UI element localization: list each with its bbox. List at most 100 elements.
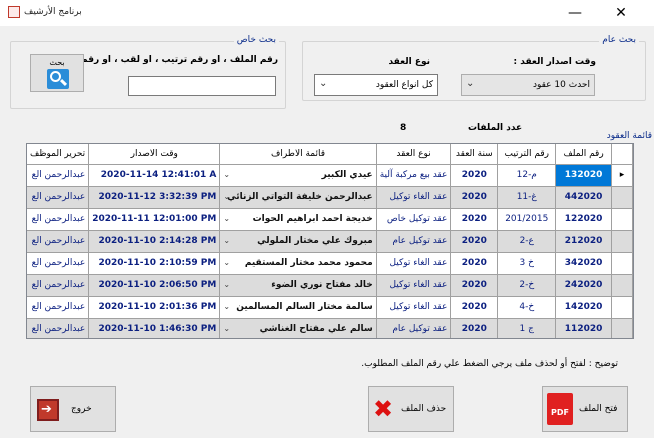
cell-file-number[interactable]: 132020 <box>555 164 612 187</box>
cell-seq[interactable]: 201/2015 <box>497 208 557 231</box>
cell-year[interactable]: 2020 <box>450 318 499 338</box>
row-header[interactable] <box>611 208 633 231</box>
cell-year[interactable]: 2020 <box>450 164 499 187</box>
cell-seq[interactable]: خ-2 <box>497 274 557 297</box>
delete-file-button[interactable]: ✖ حذف الملف <box>368 386 454 432</box>
row-header[interactable] <box>611 318 633 338</box>
column-header-date[interactable]: وقت الاصدار <box>88 144 221 165</box>
close-button[interactable]: ✕ <box>598 2 644 24</box>
cell-type[interactable]: عقد توكيل عام <box>376 318 452 338</box>
cell-seq[interactable]: ع-2 <box>497 230 557 253</box>
search-button[interactable]: بحث <box>30 54 84 92</box>
cell-type[interactable]: عقد بيع مركبة آلية <box>376 164 452 187</box>
cell-year[interactable]: 2020 <box>450 274 499 297</box>
cell-date[interactable]: 2020-11-10 1:46:30 PM <box>88 318 221 338</box>
contracts-grid[interactable]: تحرير الموظف وقت الاصدار قائمة الاطراف ن… <box>26 143 634 339</box>
cell-editor[interactable]: عبدالرحمن الع <box>27 230 90 253</box>
cell-editor[interactable]: عبدالرحمن الع <box>27 252 90 275</box>
cell-parties[interactable]: ⌄ خديجة احمد ابراهيم الحوات <box>219 208 377 231</box>
chevron-down-icon[interactable]: ⌄ <box>223 302 230 311</box>
cell-type[interactable]: عقد الغاء توكيل <box>376 186 452 209</box>
cell-parties[interactable]: ⌄ مبروك علي مختار الملولي <box>219 230 377 253</box>
cell-date[interactable]: 2020-11-10 2:10:59 PM <box>88 252 221 275</box>
cell-seq[interactable]: 1 ج <box>497 318 557 338</box>
chevron-down-icon[interactable]: ⌄ <box>223 192 230 201</box>
cell-parties[interactable]: ⌄ عبدالرحمن خليفة التواتي الزنائي <box>219 186 377 209</box>
table-row[interactable]: عبدالرحمن الع 2020-11-10 2:14:28 PM ⌄ مبر… <box>27 230 633 253</box>
column-header-type[interactable]: نوع العقد <box>376 144 452 165</box>
cell-parties[interactable]: ⌄ سالمة مختار السالم المسالمين <box>219 296 377 319</box>
parties-value: عبدالرحمن خليفة التواتي الزنائي <box>227 192 373 202</box>
table-row[interactable]: عبدالرحمن الع 2020-11-10 2:01:36 PM ⌄ سال… <box>27 296 633 319</box>
exit-button[interactable]: ➔ خروج <box>30 386 116 432</box>
cell-type[interactable]: عقد الغاء توكيل <box>376 296 452 319</box>
cell-date[interactable]: 2020-11-14 12:41:01 A <box>88 164 221 187</box>
cell-year[interactable]: 2020 <box>450 186 499 209</box>
chevron-down-icon[interactable]: ⌄ <box>223 170 230 179</box>
cell-file-number[interactable]: 142020 <box>555 296 612 319</box>
cell-parties[interactable]: ⌄ محمود محمد مختار المستقيم <box>219 252 377 275</box>
row-header[interactable] <box>611 296 633 319</box>
table-row[interactable]: عبدالرحمن الع 2020-11-10 2:06:50 PM ⌄ خال… <box>27 274 633 297</box>
cell-seq[interactable]: غ-11 <box>497 186 557 209</box>
cell-file-number[interactable]: 342020 <box>555 252 612 275</box>
cell-editor[interactable]: عبدالرحمن الع <box>27 318 90 338</box>
cell-date[interactable]: 2020-11-12 3:32:39 PM <box>88 186 221 209</box>
cell-editor[interactable]: عبدالرحمن الع <box>27 164 90 187</box>
cell-editor[interactable]: عبدالرحمن الع <box>27 186 90 209</box>
chevron-down-icon[interactable]: ⌄ <box>223 214 230 223</box>
chevron-down-icon[interactable]: ⌄ <box>223 236 230 245</box>
cell-type[interactable]: عقد الغاء توكيل <box>376 252 452 275</box>
cell-file-number[interactable]: 242020 <box>555 274 612 297</box>
cell-parties[interactable]: ⌄ خالد مفتاح نوري الضوء <box>219 274 377 297</box>
chevron-down-icon[interactable]: ⌄ <box>223 258 230 267</box>
cell-parties[interactable]: ⌄ عيدي الكبير <box>219 164 377 187</box>
row-pointer-icon[interactable]: ▸ <box>611 164 633 187</box>
cell-type[interactable]: عقد الغاء توكيل <box>376 274 452 297</box>
cell-date[interactable]: 2020-11-10 2:01:36 PM <box>88 296 221 319</box>
cell-file-number[interactable]: 212020 <box>555 230 612 253</box>
cell-date[interactable]: 2020-11-10 2:06:50 PM <box>88 274 221 297</box>
column-header-editor[interactable]: تحرير الموظف <box>27 144 90 165</box>
table-row[interactable]: عبدالرحمن الع 2020-11-10 1:46:30 PM ⌄ سال… <box>27 318 633 338</box>
table-row[interactable]: عبدالرحمن الع 2020-11-10 2:10:59 PM ⌄ محم… <box>27 252 633 275</box>
cell-seq[interactable]: م-12 <box>497 164 557 187</box>
column-header-file[interactable]: رقم الملف <box>555 144 612 165</box>
cell-year[interactable]: 2020 <box>450 296 499 319</box>
contract-type-dropdown[interactable]: كل انواع العقود ⌄ <box>314 74 438 96</box>
cell-editor[interactable]: عبدالرحمن الع <box>27 274 90 297</box>
cell-year[interactable]: 2020 <box>450 230 499 253</box>
chevron-down-icon[interactable]: ⌄ <box>223 280 230 289</box>
cell-year[interactable]: 2020 <box>450 252 499 275</box>
cell-date[interactable]: 2020-11-10 2:14:28 PM <box>88 230 221 253</box>
cell-type[interactable]: عقد توكيل خاص <box>376 208 452 231</box>
row-header[interactable] <box>611 252 633 275</box>
cell-year[interactable]: 2020 <box>450 208 499 231</box>
cell-editor[interactable]: عبدالرحمن الع <box>27 296 90 319</box>
cell-file-number[interactable]: 122020 <box>555 208 612 231</box>
row-header[interactable] <box>611 230 633 253</box>
column-header-seq[interactable]: رقم الترتيب <box>497 144 557 165</box>
table-row[interactable]: عبدالرحمن الع 2020-11-12 3:32:39 PM ⌄ عبد… <box>27 186 633 209</box>
row-header[interactable] <box>611 274 633 297</box>
cell-seq[interactable]: خ 3 <box>497 252 557 275</box>
row-header-corner <box>611 144 633 165</box>
cell-file-number[interactable]: 442020 <box>555 186 612 209</box>
table-row[interactable]: عبدالرحمن الع 2020-11-14 12:41:01 A ⌄ عيد… <box>27 164 633 187</box>
table-row[interactable]: عبدالرحمن الع 2020-11-11 12:01:00 PM ⌄ خد… <box>27 208 633 231</box>
cell-type[interactable]: عقد توكيل عام <box>376 230 452 253</box>
cell-file-number[interactable]: 112020 <box>555 318 612 338</box>
open-file-button[interactable]: PDF فتح الملف <box>542 386 628 432</box>
cell-editor[interactable]: عبدالرحمن الع <box>27 208 90 231</box>
row-header[interactable] <box>611 186 633 209</box>
pdf-icon: PDF <box>547 393 573 425</box>
chevron-down-icon[interactable]: ⌄ <box>223 324 230 333</box>
cell-date[interactable]: 2020-11-11 12:01:00 PM <box>88 208 221 231</box>
cell-seq[interactable]: 4-خ <box>497 296 557 319</box>
cell-parties[interactable]: ⌄ سالم علي مفتاح الغناشي <box>219 318 377 338</box>
column-header-year[interactable]: سنة العقد <box>450 144 499 165</box>
search-input[interactable] <box>128 76 276 96</box>
issue-time-dropdown[interactable]: احدث 10 عقود ⌄ <box>461 74 595 96</box>
minimize-button[interactable]: — <box>552 2 598 24</box>
column-header-parties[interactable]: قائمة الاطراف <box>219 144 377 165</box>
